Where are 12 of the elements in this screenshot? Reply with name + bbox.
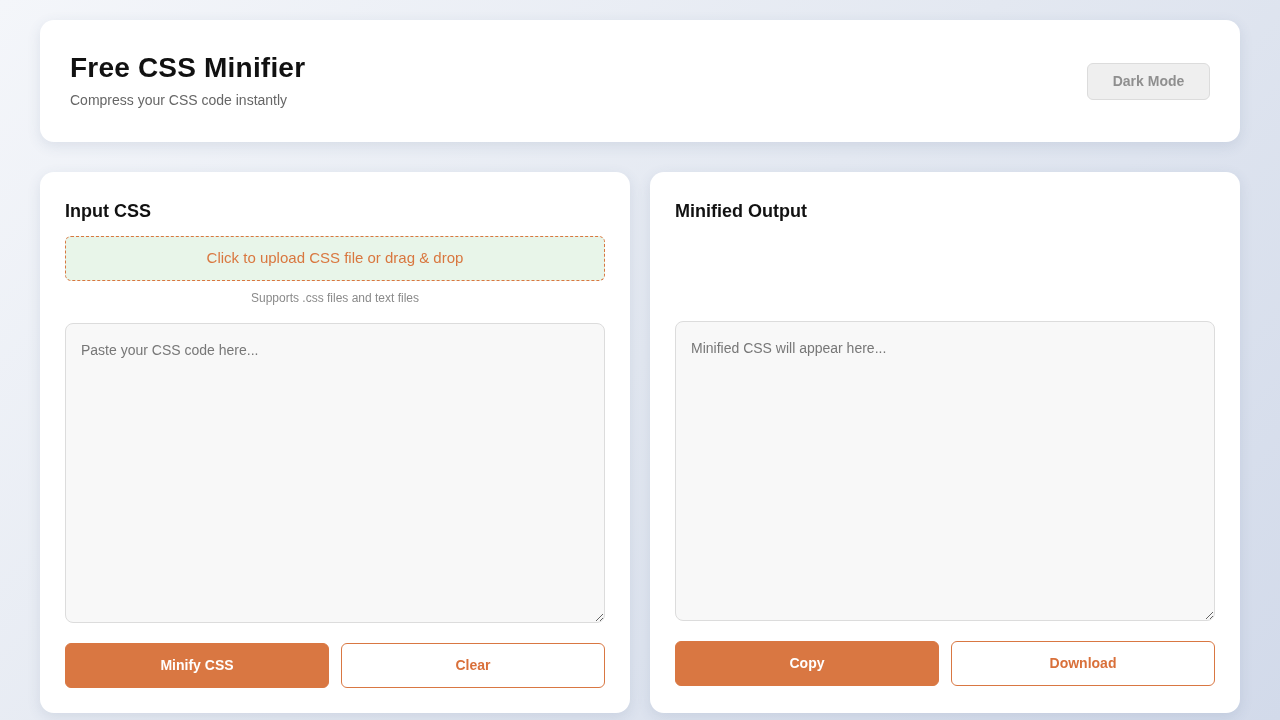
page-subtitle: Compress your CSS code instantly (70, 91, 289, 111)
action-button[interactable]: Minify CSS (65, 643, 329, 688)
action-button[interactable]: Download (951, 641, 1215, 686)
panel-title: Minified Output (675, 200, 808, 222)
page-title: Free CSS Minifier (70, 50, 306, 85)
code-textarea[interactable]: Paste your CSS code here... (65, 323, 605, 623)
upload-hint: Supports .css files and text files (249, 291, 421, 306)
action-button[interactable]: Clear (341, 643, 605, 688)
code-textarea[interactable]: Minified CSS will appear here... (675, 321, 1215, 621)
panel-title: Input CSS (65, 200, 152, 222)
action-button[interactable]: Copy (675, 641, 939, 686)
upload-dropzone[interactable]: Click to upload CSS file or drag & drop (65, 236, 605, 281)
